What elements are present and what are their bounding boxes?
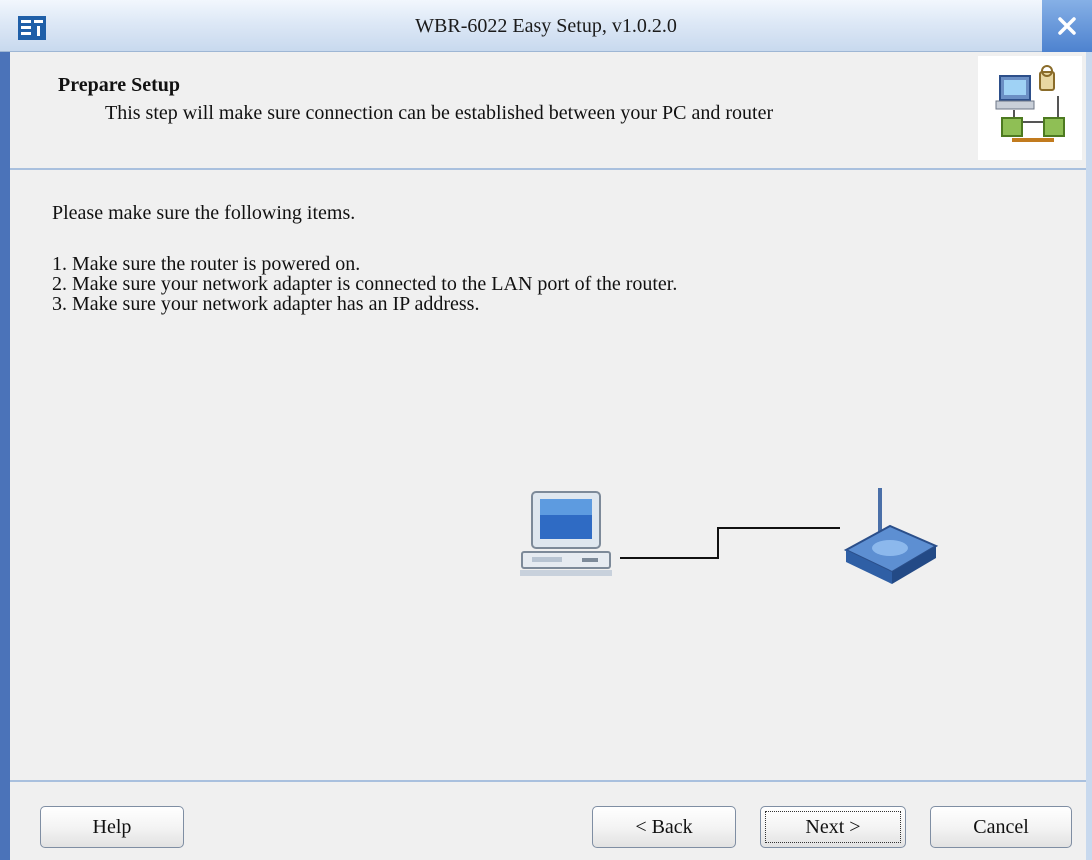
close-icon <box>1058 17 1076 35</box>
next-button[interactable]: Next > <box>760 806 906 848</box>
wizard-header: Prepare Setup This step will make sure c… <box>10 52 1086 170</box>
router-icon <box>843 488 939 584</box>
header-image <box>978 56 1082 160</box>
next-button-label: Next > <box>805 815 861 838</box>
checklist: 1. Make sure the router is powered on. 2… <box>52 254 677 314</box>
network-setup-icon <box>995 65 1065 142</box>
close-button[interactable] <box>1042 0 1092 52</box>
window-frame-left <box>0 52 10 860</box>
page-description: This step will make sure connection can … <box>105 102 774 124</box>
cancel-button[interactable]: Cancel <box>930 806 1072 848</box>
wizard-footer: Help < Back Next > Cancel <box>10 780 1086 860</box>
checklist-item: 1. Make sure the router is powered on. <box>52 253 361 275</box>
checklist-item: 2. Make sure your network adapter is con… <box>52 273 678 295</box>
help-button[interactable]: Help <box>40 806 184 848</box>
window-frame-right <box>1086 52 1092 860</box>
back-button[interactable]: < Back <box>592 806 736 848</box>
checklist-item: 3. Make sure your network adapter has an… <box>52 293 480 315</box>
instructions-intro: Please make sure the following items. <box>52 202 356 224</box>
computer-icon <box>520 491 612 576</box>
wizard-content: Please make sure the following items. 1.… <box>10 170 1086 780</box>
title-bar[interactable]: WBR-6022 Easy Setup, v1.0.2.0 <box>0 0 1092 52</box>
window-title: WBR-6022 Easy Setup, v1.0.2.0 <box>415 15 677 37</box>
network-cable <box>620 527 840 559</box>
page-title: Prepare Setup <box>58 74 181 96</box>
